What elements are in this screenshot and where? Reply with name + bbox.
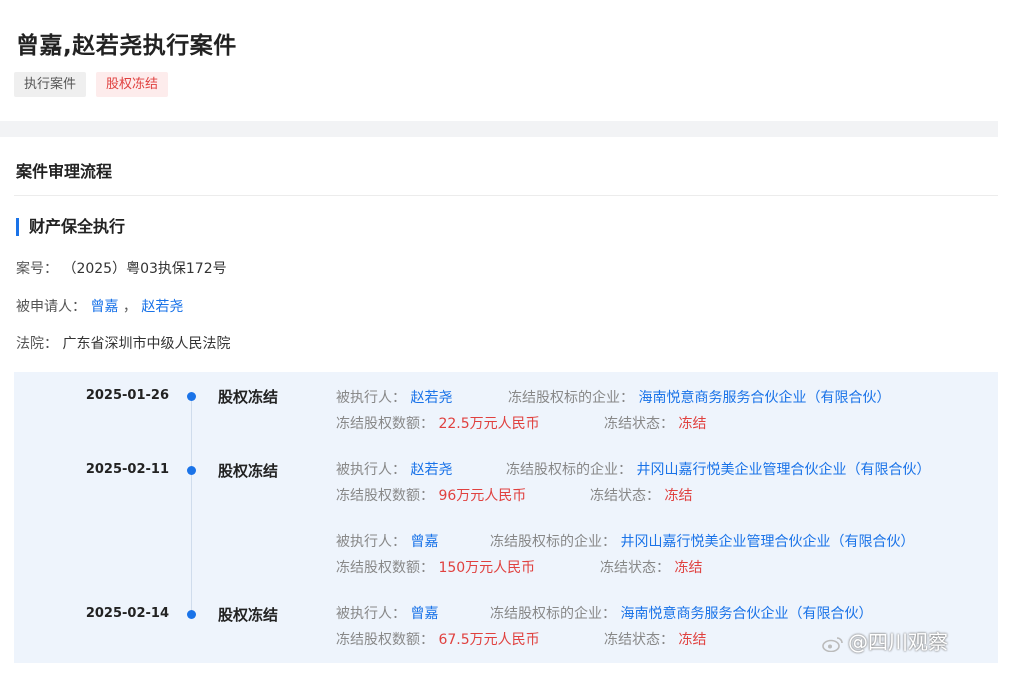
timeline-dot xyxy=(187,610,196,619)
timeline-date: 2025-02-11 xyxy=(85,462,169,477)
amount-value: 150万元人民币 xyxy=(438,560,536,576)
record-row-company: 冻结股权标的企业： 井冈山嘉行悦美企业管理合伙企业（有限合伙） xyxy=(506,459,930,479)
record-row-amount: 冻结股权数额： 67.5万元人民币 xyxy=(336,629,540,649)
record-row-amount: 冻结股权数额： 96万元人民币 xyxy=(336,485,526,505)
record-row-status: 冻结状态： 冻结 xyxy=(600,557,702,577)
timeline-line xyxy=(191,398,192,616)
timeline-event-type: 股权冻结 xyxy=(218,388,279,406)
timeline-event-type: 股权冻结 xyxy=(218,606,279,624)
tag-equity-freeze: 股权冻结 xyxy=(96,72,169,97)
record-row-status: 冻结状态： 冻结 xyxy=(604,413,706,433)
record-row-company: 冻结股权标的企业： 海南悦意商务服务合伙企业（有限合伙） xyxy=(490,603,872,623)
record-row-amount: 冻结股权数额： 150万元人民币 xyxy=(336,557,535,577)
record-row-person: 被执行人： 曾嘉 xyxy=(336,531,438,551)
weibo-logo-icon xyxy=(822,636,843,652)
amount-label: 冻结股权数额： xyxy=(336,560,434,576)
tag-execution-case: 执行案件 xyxy=(14,72,87,97)
timeline-dot xyxy=(187,466,196,475)
company-link[interactable]: 海南悦意商务服务合伙企业（有限合伙） xyxy=(620,606,872,622)
status-label: 冻结状态： xyxy=(604,416,674,432)
divider xyxy=(14,195,998,196)
respondent-row: 被申请人： 曾嘉 ， 赵若尧 xyxy=(16,296,183,316)
record-row-person: 被执行人： 赵若尧 xyxy=(336,459,452,479)
record-row-amount: 冻结股权数额： 22.5万元人民币 xyxy=(336,413,540,433)
record-row-company: 冻结股权标的企业： 井冈山嘉行悦美企业管理合伙企业（有限合伙） xyxy=(490,531,914,551)
company-label: 冻结股权标的企业： xyxy=(490,606,616,622)
executed-person-link[interactable]: 曾嘉 xyxy=(410,606,438,622)
company-link[interactable]: 井冈山嘉行悦美企业管理合伙企业（有限合伙） xyxy=(620,534,914,550)
company-label: 冻结股权标的企业： xyxy=(508,390,634,406)
company-link[interactable]: 井冈山嘉行悦美企业管理合伙企业（有限合伙） xyxy=(636,462,930,478)
status-value: 冻结 xyxy=(678,416,707,432)
amount-value: 96万元人民币 xyxy=(438,488,527,504)
amount-label: 冻结股权数额： xyxy=(336,632,434,648)
section-title-process: 案件审理流程 xyxy=(16,162,113,181)
page-title: 曾嘉,赵若尧执行案件 xyxy=(16,33,237,59)
record-row-company: 冻结股权标的企业： 海南悦意商务服务合伙企业（有限合伙） xyxy=(508,387,890,407)
company-label: 冻结股权标的企业： xyxy=(490,534,616,550)
respondent-link[interactable]: 赵若尧 xyxy=(141,299,183,315)
amount-label: 冻结股权数额： xyxy=(336,488,434,504)
timeline-date: 2025-02-14 xyxy=(85,606,169,621)
case-number-row: 案号： （2025）粤03执保172号 xyxy=(16,258,227,278)
amount-value: 67.5万元人民币 xyxy=(438,632,540,648)
timeline-dot xyxy=(187,392,196,401)
executed-person-link[interactable]: 曾嘉 xyxy=(410,534,438,550)
status-value: 冻结 xyxy=(674,560,703,576)
executed-person-link[interactable]: 赵若尧 xyxy=(410,390,452,406)
executed-label: 被执行人： xyxy=(336,534,406,550)
timeline-event-type: 股权冻结 xyxy=(218,462,279,480)
sub-title-preservation: 财产保全执行 xyxy=(16,218,125,236)
executed-person-link[interactable]: 赵若尧 xyxy=(410,462,452,478)
record-row-person: 被执行人： 赵若尧 xyxy=(336,387,452,407)
respondent-label: 被申请人： xyxy=(16,299,86,315)
case-header: 曾嘉,赵若尧执行案件 执行案件 股权冻结 xyxy=(0,0,998,120)
status-label: 冻结状态： xyxy=(600,560,670,576)
respondent-separator: ， xyxy=(122,299,137,315)
status-label: 冻结状态： xyxy=(590,488,660,504)
case-number-label: 案号： xyxy=(16,261,58,277)
court-row: 法院： 广东省深圳市中级人民法院 xyxy=(16,333,230,353)
record-row-status: 冻结状态： 冻结 xyxy=(590,485,692,505)
watermark-text: @四川观察 xyxy=(848,630,948,654)
respondent-link[interactable]: 曾嘉 xyxy=(90,299,118,315)
court-value: 广东省深圳市中级人民法院 xyxy=(62,336,231,352)
record-row-status: 冻结状态： 冻结 xyxy=(604,629,706,649)
case-detail-page: 曾嘉,赵若尧执行案件 执行案件 股权冻结 案件审理流程 财产保全执行 案号： （… xyxy=(0,0,1017,685)
status-label: 冻结状态： xyxy=(604,632,674,648)
amount-value: 22.5万元人民币 xyxy=(438,416,540,432)
timeline-panel: 2025-01-26 股权冻结 被执行人： 赵若尧 冻结股权标的企业： 海南悦意… xyxy=(14,372,998,663)
section-gap xyxy=(0,121,998,137)
executed-label: 被执行人： xyxy=(336,462,406,478)
amount-label: 冻结股权数额： xyxy=(336,416,434,432)
record-row-person: 被执行人： 曾嘉 xyxy=(336,603,438,623)
case-number-value: （2025）粤03执保172号 xyxy=(62,261,227,277)
company-label: 冻结股权标的企业： xyxy=(506,462,632,478)
watermark: @四川观察 xyxy=(822,626,948,655)
timeline-date: 2025-01-26 xyxy=(85,388,169,403)
court-label: 法院： xyxy=(16,336,58,352)
status-value: 冻结 xyxy=(664,488,693,504)
executed-label: 被执行人： xyxy=(336,390,406,406)
executed-label: 被执行人： xyxy=(336,606,406,622)
company-link[interactable]: 海南悦意商务服务合伙企业（有限合伙） xyxy=(638,390,890,406)
status-value: 冻结 xyxy=(678,632,707,648)
